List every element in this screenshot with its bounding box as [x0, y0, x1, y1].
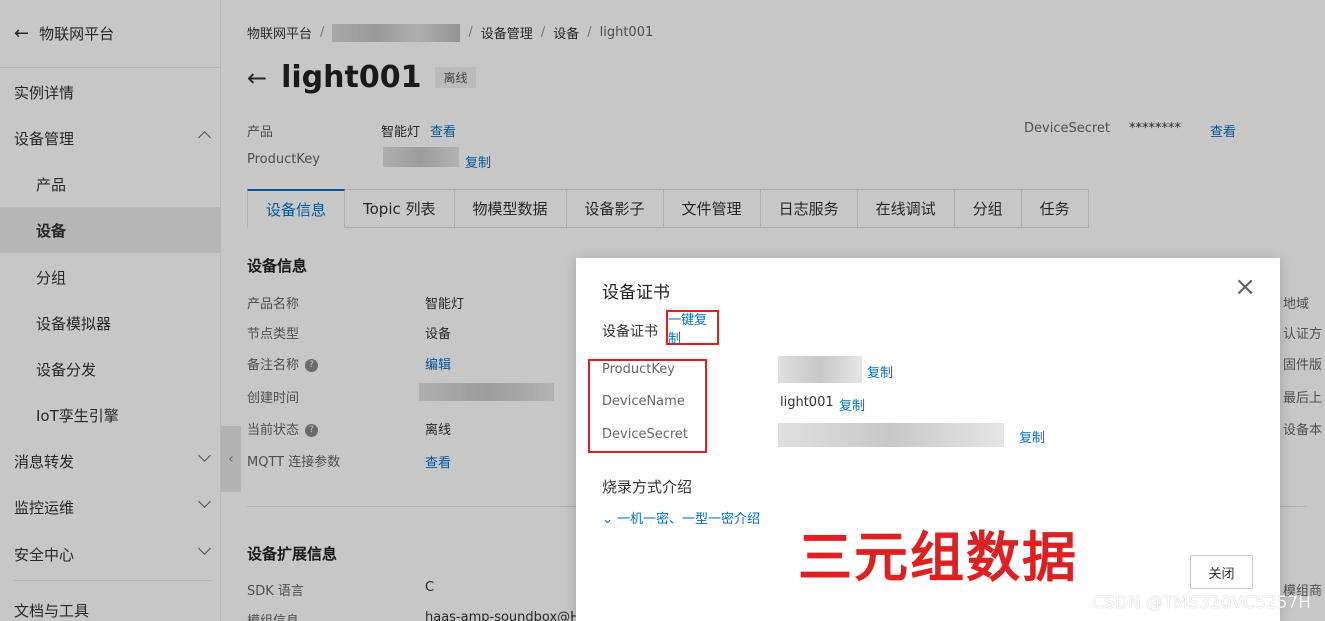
burn-method-title: 烧录方式介绍 — [602, 478, 693, 496]
productkey-value-blurred — [778, 356, 862, 383]
copy-all-label: 一键复制 — [668, 312, 708, 347]
close-icon[interactable]: × — [1234, 274, 1256, 300]
cert-modal: 设备证书 × 设备证书 一键复制 ProductKey DeviceName D… — [576, 258, 1280, 621]
close-button[interactable]: 关闭 — [1190, 555, 1253, 589]
burn-intro-label: 一机一密、一型一密介绍 — [617, 512, 761, 527]
burn-intro-link[interactable]: ⌄ 一机一密、一型一密介绍 — [602, 508, 760, 527]
watermark: CSDN @TMS320VC5257H — [1092, 593, 1311, 613]
field-key: DeviceName — [602, 394, 685, 409]
devicesecret-value-blurred — [778, 423, 1004, 447]
field-key: DeviceSecret — [602, 427, 689, 442]
modal-title: 设备证书 — [602, 283, 670, 303]
field-key: ProductKey — [602, 362, 675, 377]
devicesecret-copy-link[interactable]: 复制 — [1019, 427, 1045, 446]
productkey-copy-link[interactable]: 复制 — [867, 362, 893, 381]
annotation-text: 三元组数据 — [798, 525, 1078, 589]
devicename-copy-link[interactable]: 复制 — [839, 395, 865, 414]
cert-label: 设备证书 — [602, 324, 658, 340]
chevron-down-icon: ⌄ — [602, 512, 618, 527]
copy-all-button[interactable]: 一键复制 — [666, 310, 719, 347]
devicename-value: light001 — [780, 395, 834, 410]
